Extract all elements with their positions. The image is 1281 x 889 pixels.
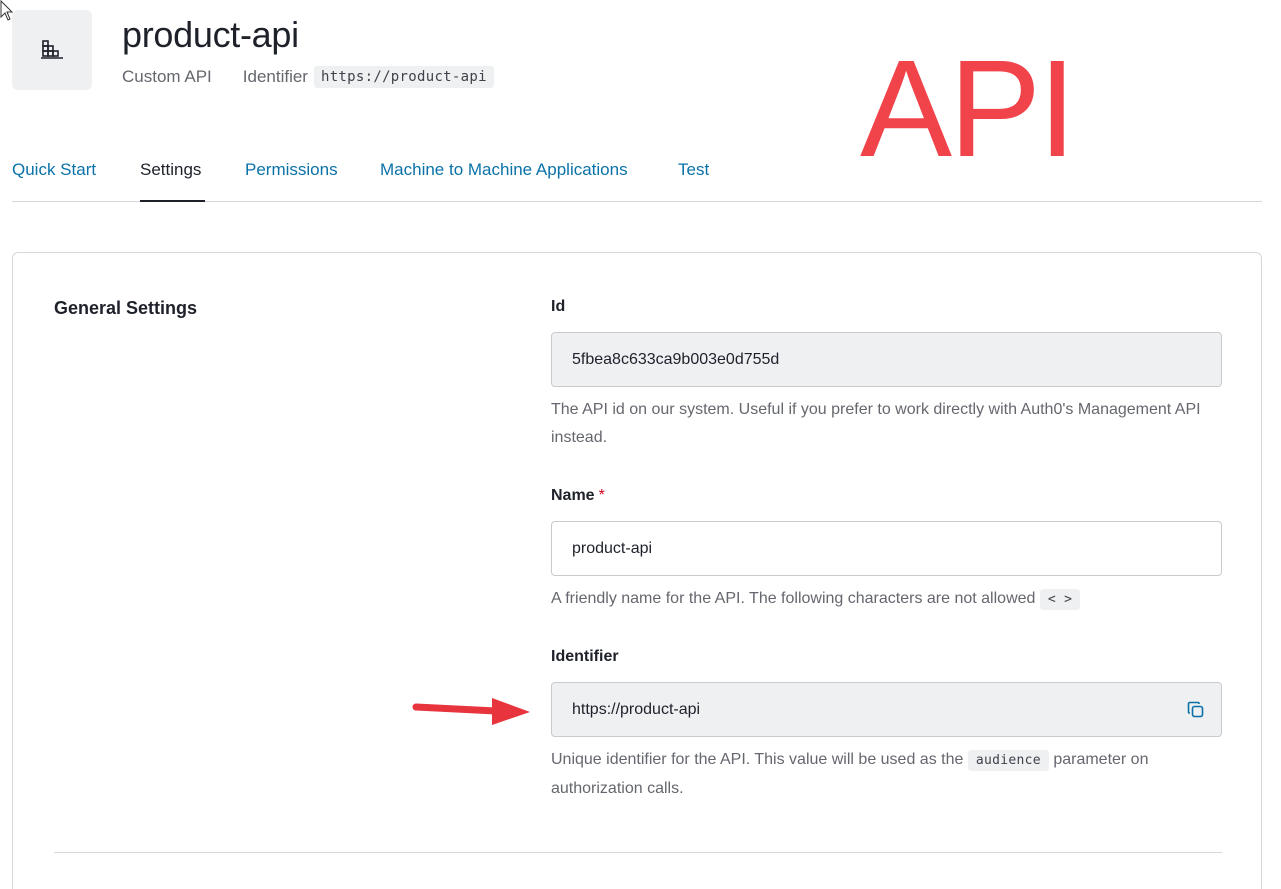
general-settings-card: General Settings Id 5fbea8c633ca9b003e0d… — [12, 252, 1262, 889]
id-field[interactable]: 5fbea8c633ca9b003e0d755d — [551, 332, 1222, 387]
identifier-field-help: Unique identifier for the API. This valu… — [551, 746, 1231, 803]
identifier-chip: https://product-api — [313, 66, 494, 88]
identifier-field-label: Identifier — [551, 648, 619, 665]
identifier-field[interactable]: https://product-api — [551, 682, 1222, 737]
section-title: General Settings — [54, 298, 198, 318]
name-field-help: A friendly name for the API. The followi… — [551, 585, 1231, 614]
api-type: Custom API — [122, 67, 212, 86]
copy-button[interactable] — [1185, 699, 1207, 721]
tab-quick-start[interactable]: Quick Start — [12, 160, 96, 202]
api-settings-page: product-api Custom API Identifier https:… — [0, 0, 1281, 889]
identifier-label: Identifier — [242, 67, 308, 86]
name-input[interactable] — [572, 539, 1201, 558]
api-meta: Custom API Identifier https://product-ap… — [122, 64, 494, 90]
api-icon-tile — [12, 10, 92, 90]
annotation-arrow-icon — [412, 698, 530, 725]
name-field-label: Name * — [551, 487, 605, 505]
tab-permissions[interactable]: Permissions — [245, 160, 338, 202]
tab-bar: Quick Start Settings Permissions Machine… — [12, 150, 1262, 202]
name-field[interactable] — [551, 521, 1222, 576]
tab-settings[interactable]: Settings — [140, 160, 205, 202]
section-divider — [54, 852, 1222, 853]
copy-icon — [1187, 701, 1204, 718]
name-help-text: A friendly name for the API. The followi… — [551, 590, 1036, 607]
audience-chip: audience — [967, 750, 1049, 771]
tab-test[interactable]: Test — [678, 160, 709, 202]
id-field-value: 5fbea8c633ca9b003e0d755d — [572, 350, 780, 368]
identifier-help-before: Unique identifier for the API. This valu… — [551, 751, 964, 768]
id-field-label: Id — [551, 298, 566, 315]
page-title: product-api — [122, 14, 299, 55]
id-field-help: The API id on our system. Useful if you … — [551, 401, 1201, 446]
name-field-label-text: Name — [551, 487, 595, 504]
api-building-icon — [41, 40, 63, 59]
required-mark: * — [598, 487, 605, 504]
identifier-field-value: https://product-api — [572, 700, 701, 718]
tab-machine-to-machine-applications[interactable]: Machine to Machine Applications — [380, 160, 628, 202]
disallowed-chars-chip: < > — [1039, 589, 1081, 610]
